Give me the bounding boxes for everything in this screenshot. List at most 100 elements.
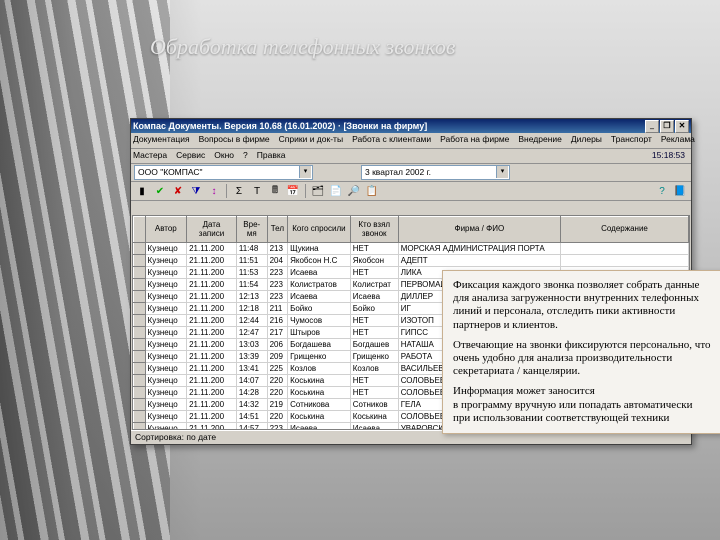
cell[interactable]: Кузнецо <box>145 351 187 363</box>
cell[interactable] <box>561 243 689 255</box>
cell[interactable]: Бойко <box>288 303 351 315</box>
cell[interactable]: 12:47 <box>236 327 267 339</box>
close-button[interactable]: ✕ <box>675 120 689 133</box>
calc-icon[interactable]: T <box>249 183 265 199</box>
cell[interactable]: Кузнецо <box>145 315 187 327</box>
cell[interactable]: 21.11.200 <box>187 315 237 327</box>
column-header[interactable]: Автор <box>145 217 187 243</box>
cell[interactable]: Кузнецо <box>145 387 187 399</box>
tool-icon[interactable]: 📄 <box>328 183 344 199</box>
cell[interactable]: 12:18 <box>236 303 267 315</box>
cell[interactable]: НЕТ <box>350 387 398 399</box>
cell[interactable]: 12:44 <box>236 315 267 327</box>
cell[interactable]: 21.11.200 <box>187 387 237 399</box>
cell[interactable]: 223 <box>267 423 288 431</box>
cell[interactable]: Сотников <box>350 399 398 411</box>
cell[interactable]: Богдашев <box>350 339 398 351</box>
cell[interactable]: Щукина <box>288 243 351 255</box>
table-row[interactable]: Кузнецо21.11.20011:51204Якобсон Н.СЯкобс… <box>134 255 689 267</box>
menu-item[interactable]: Работа с клиентами <box>352 134 431 148</box>
cell[interactable]: Козлов <box>288 363 351 375</box>
cell[interactable]: 21.11.200 <box>187 423 237 431</box>
cell[interactable]: 225 <box>267 363 288 375</box>
cell[interactable]: 220 <box>267 387 288 399</box>
menu-item[interactable]: Мастера <box>133 150 167 163</box>
cell[interactable]: Кузнецо <box>145 243 187 255</box>
table-row[interactable]: Кузнецо21.11.20011:48213ЩукинаНЕТМОРСКАЯ… <box>134 243 689 255</box>
close-icon[interactable]: ▮ <box>134 183 150 199</box>
titlebar-outer[interactable]: Компас Документы. Версия 10.68 (16.01.20… <box>131 119 691 133</box>
menu-item[interactable]: Окно <box>214 150 234 163</box>
sigma-icon[interactable]: Σ <box>231 183 247 199</box>
cell[interactable]: 21.11.200 <box>187 339 237 351</box>
cell[interactable]: Коськина <box>288 387 351 399</box>
min-button[interactable]: _ <box>645 120 659 133</box>
filter-icon[interactable]: ⧩ <box>188 183 204 199</box>
cell[interactable]: 21.11.200 <box>187 375 237 387</box>
sort-icon[interactable]: ↕ <box>206 183 222 199</box>
tool-icon[interactable]: 🔎 <box>346 183 362 199</box>
cell[interactable]: Кузнецо <box>145 363 187 375</box>
cell[interactable]: НЕТ <box>350 375 398 387</box>
help-icon[interactable]: ? <box>654 183 670 199</box>
cell[interactable]: Коськина <box>288 375 351 387</box>
cell[interactable]: 216 <box>267 315 288 327</box>
cell[interactable]: Якобсон Н.С <box>288 255 351 267</box>
column-header[interactable]: Тел <box>267 217 288 243</box>
cell[interactable]: НЕТ <box>350 243 398 255</box>
cell[interactable]: 21.11.200 <box>187 303 237 315</box>
column-header[interactable]: Содержание <box>561 217 689 243</box>
cell[interactable]: Грищенко <box>350 351 398 363</box>
cell[interactable]: Кузнецо <box>145 423 187 431</box>
cell[interactable]: Штыров <box>288 327 351 339</box>
cell[interactable]: Кузнецо <box>145 255 187 267</box>
max-button[interactable]: ❐ <box>660 120 674 133</box>
cell[interactable]: 14:32 <box>236 399 267 411</box>
cell[interactable]: НЕТ <box>350 315 398 327</box>
calendar-icon[interactable]: 📅 <box>285 183 301 199</box>
cell[interactable]: Кузнецо <box>145 327 187 339</box>
cell[interactable]: 21.11.200 <box>187 327 237 339</box>
cell[interactable]: Кузнецо <box>145 339 187 351</box>
cell[interactable]: Кузнецо <box>145 279 187 291</box>
arith-icon[interactable]: 🖩 <box>267 183 283 199</box>
cell[interactable]: Козлов <box>350 363 398 375</box>
cell[interactable]: 220 <box>267 375 288 387</box>
tool-icon[interactable]: 🗂 <box>310 183 326 199</box>
menu-item[interactable]: Вопросы в фирме <box>199 134 270 148</box>
cell[interactable]: Коськина <box>288 411 351 423</box>
menu-item[interactable]: Внедрение <box>518 134 562 148</box>
cell[interactable]: 13:03 <box>236 339 267 351</box>
cell[interactable]: 11:53 <box>236 267 267 279</box>
cell[interactable]: Колистрат <box>350 279 398 291</box>
org-combo[interactable]: ООО "КОМПАС" <box>134 165 313 180</box>
cell[interactable]: 204 <box>267 255 288 267</box>
period-combo[interactable]: 3 квартал 2002 г. <box>361 165 510 180</box>
cell[interactable]: НЕТ <box>350 267 398 279</box>
cell[interactable]: Исаева <box>288 291 351 303</box>
cell[interactable]: АДЕПТ <box>398 255 560 267</box>
cell[interactable]: Сотникова <box>288 399 351 411</box>
menu-item[interactable]: Работа на фирме <box>440 134 509 148</box>
cell[interactable]: 223 <box>267 291 288 303</box>
book-icon[interactable]: 📘 <box>672 183 688 199</box>
cell[interactable]: 211 <box>267 303 288 315</box>
cell[interactable]: 206 <box>267 339 288 351</box>
cell[interactable]: Кузнецо <box>145 375 187 387</box>
cell[interactable]: 21.11.200 <box>187 243 237 255</box>
column-header[interactable]: Фирма / ФИО <box>398 217 560 243</box>
cell[interactable]: 13:41 <box>236 363 267 375</box>
cell[interactable]: 220 <box>267 411 288 423</box>
tool-icon[interactable]: 📋 <box>364 183 380 199</box>
cell[interactable]: МОРСКАЯ АДМИНИСТРАЦИЯ ПОРТА <box>398 243 560 255</box>
column-header[interactable]: Дата записи <box>187 217 237 243</box>
cell[interactable]: 21.11.200 <box>187 363 237 375</box>
cell[interactable]: Исаева <box>350 423 398 431</box>
menu-item[interactable]: Дилеры <box>571 134 602 148</box>
cell[interactable]: Коськина <box>350 411 398 423</box>
cell[interactable]: 21.11.200 <box>187 267 237 279</box>
cell[interactable]: Чумосов <box>288 315 351 327</box>
cell[interactable]: 21.11.200 <box>187 411 237 423</box>
cell[interactable]: Кузнецо <box>145 399 187 411</box>
cell[interactable]: 11:54 <box>236 279 267 291</box>
